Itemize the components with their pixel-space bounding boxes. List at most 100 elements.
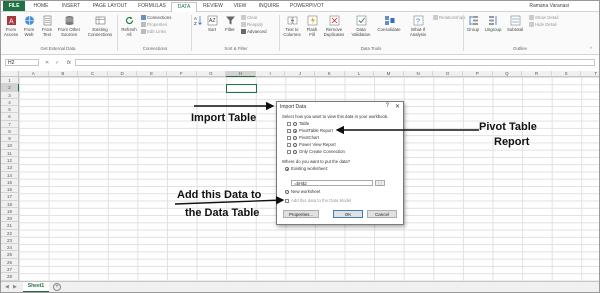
hide-detail-button[interactable]: Hide Detail xyxy=(529,22,556,28)
row-header-17[interactable]: 17 xyxy=(1,193,19,201)
row-header-9[interactable]: 9 xyxy=(1,135,19,143)
clear-button[interactable]: Clear xyxy=(241,15,258,21)
selected-cell[interactable] xyxy=(226,84,257,93)
row-header-23[interactable]: 23 xyxy=(1,236,19,245)
row-header-8[interactable]: 8 xyxy=(1,127,19,136)
radio-pivottable-report[interactable] xyxy=(293,128,297,133)
tab-inquire[interactable]: INQUIRE xyxy=(255,2,283,10)
prev-sheet-icon[interactable]: ◀ xyxy=(5,283,9,291)
option-existing-worksheet[interactable]: Existing worksheet: xyxy=(285,166,328,172)
option-power-view-report[interactable]: Power View Report xyxy=(287,142,336,148)
row-header-7[interactable]: 7 xyxy=(1,120,19,128)
reapply-button[interactable]: Reapply xyxy=(241,22,263,28)
group-button[interactable]: Group xyxy=(465,15,481,32)
confirm-entry-icon[interactable]: ✓ xyxy=(55,59,59,67)
row-header-14[interactable]: 14 xyxy=(1,171,19,179)
row-header-24[interactable]: 24 xyxy=(1,244,19,252)
row-header-26[interactable]: 26 xyxy=(1,258,19,267)
row-header-10[interactable]: 10 xyxy=(1,142,19,150)
tab-home[interactable]: HOME xyxy=(29,2,53,10)
user-name[interactable]: Ramana Varanasi xyxy=(529,2,569,10)
new-sheet-button[interactable]: + xyxy=(53,283,61,291)
ungroup-button[interactable]: Ungroup xyxy=(483,15,503,32)
collapse-ribbon-button[interactable]: ^ xyxy=(587,46,595,51)
properties-dialog-button[interactable]: Properties... xyxy=(283,210,319,218)
consolidate-button[interactable]: Consolidate xyxy=(375,15,403,32)
show-detail-button[interactable]: Show Detail xyxy=(529,15,558,21)
row-header-5[interactable]: 5 xyxy=(1,106,19,114)
option-only-create-connection[interactable]: Only Create Connection xyxy=(287,149,345,155)
sort-az-button[interactable]: AZ xyxy=(193,15,203,27)
filter-button[interactable]: Filter xyxy=(223,15,237,32)
flash-fill-button[interactable]: Flash Fill xyxy=(305,15,319,37)
radio-only-connection[interactable] xyxy=(293,149,297,154)
cancel-button[interactable]: Cancel xyxy=(367,210,397,218)
formula-input[interactable] xyxy=(75,59,595,66)
row-header-13[interactable]: 13 xyxy=(1,164,19,172)
radio-pivotchart[interactable] xyxy=(293,135,297,140)
row-header-2[interactable]: 2 xyxy=(1,84,19,92)
remove-duplicates-button[interactable]: Remove Duplicates xyxy=(321,15,347,37)
option-pivottable-report[interactable]: PivotTable Report xyxy=(287,128,333,134)
connections-button[interactable]: Connections xyxy=(141,15,171,21)
row-header-27[interactable]: 27 xyxy=(1,266,19,274)
row-header-15[interactable]: 15 xyxy=(1,178,19,187)
radio-power-view[interactable] xyxy=(293,142,297,147)
row-header-1[interactable]: 1 xyxy=(1,77,19,85)
close-icon[interactable]: ✕ xyxy=(395,103,400,110)
row-header-6[interactable]: 6 xyxy=(1,113,19,121)
radio-table[interactable] xyxy=(293,121,297,126)
row-header-28[interactable]: 28 xyxy=(1,273,19,281)
row-header-22[interactable]: 22 xyxy=(1,229,19,237)
from-text-button[interactable]: From Text xyxy=(39,15,55,37)
tab-page-layout[interactable]: PAGE LAYOUT xyxy=(89,2,131,10)
tab-powerpivot[interactable]: POWERPIVOT xyxy=(287,2,327,10)
properties-button[interactable]: Properties xyxy=(141,22,167,28)
row-header-3[interactable]: 3 xyxy=(1,91,19,99)
insert-function-icon[interactable]: fx xyxy=(67,59,71,67)
what-if-analysis-button[interactable]: ? What-If Analysis xyxy=(405,15,431,37)
row-header-18[interactable]: 18 xyxy=(1,200,19,208)
add-to-data-model-checkbox[interactable]: Add this data to the Data Model xyxy=(285,198,351,204)
next-sheet-icon[interactable]: ▶ xyxy=(13,283,17,291)
tab-view[interactable]: VIEW xyxy=(229,2,251,10)
radio-new-worksheet[interactable] xyxy=(285,189,289,194)
row-header-4[interactable]: 4 xyxy=(1,98,19,107)
option-new-worksheet[interactable]: New worksheet xyxy=(285,189,320,195)
existing-connections-button[interactable]: Existing Connections xyxy=(85,15,115,37)
advanced-button[interactable]: Advanced xyxy=(241,29,267,35)
row-header-25[interactable]: 25 xyxy=(1,251,19,259)
row-header-20[interactable]: 20 xyxy=(1,215,19,223)
from-other-sources-button[interactable]: From Other Sources xyxy=(57,15,81,37)
sort-button[interactable]: AZ Sort xyxy=(205,15,219,32)
relationships-button[interactable]: Relationships xyxy=(433,15,465,21)
edit-links-button[interactable]: Edit Links xyxy=(141,29,166,35)
from-web-button[interactable]: From Web xyxy=(21,15,37,37)
text-to-columns-button[interactable]: Text to Columns xyxy=(281,15,303,37)
row-header-21[interactable]: 21 xyxy=(1,222,19,230)
name-box[interactable]: H2 xyxy=(5,59,39,66)
ok-button[interactable]: OK xyxy=(333,210,363,218)
tab-file[interactable]: FILE xyxy=(3,1,25,11)
row-header-19[interactable]: 19 xyxy=(1,207,19,216)
option-pivotchart[interactable]: PivotChart xyxy=(287,135,319,141)
radio-existing-worksheet[interactable] xyxy=(285,166,289,171)
data-validation-button[interactable]: Data Validation xyxy=(349,15,373,37)
add-to-model-check[interactable] xyxy=(285,198,289,203)
cancel-entry-icon[interactable]: ✕ xyxy=(45,59,49,67)
tab-formulas[interactable]: FORMULAS xyxy=(135,2,169,10)
refresh-all-button[interactable]: Refresh All xyxy=(121,15,137,37)
range-input[interactable]: =$H$2 xyxy=(291,180,373,186)
sheet-tab-sheet1[interactable]: Sheet1 xyxy=(23,282,49,292)
option-table[interactable]: Table xyxy=(287,121,309,127)
row-header-16[interactable]: 16 xyxy=(1,186,19,194)
row-header-12[interactable]: 12 xyxy=(1,156,19,165)
formula-bar: H2 ✕ ✓ fx xyxy=(1,58,599,68)
range-picker-icon[interactable]: ⬚ xyxy=(375,180,385,186)
row-header-11[interactable]: 11 xyxy=(1,149,19,157)
subtotal-button[interactable]: Subtotal xyxy=(505,15,525,32)
tab-insert[interactable]: INSERT xyxy=(57,2,85,10)
help-icon[interactable]: ? xyxy=(386,103,389,109)
tab-review[interactable]: REVIEW xyxy=(199,2,227,10)
from-access-button[interactable]: A From Access xyxy=(3,15,19,37)
